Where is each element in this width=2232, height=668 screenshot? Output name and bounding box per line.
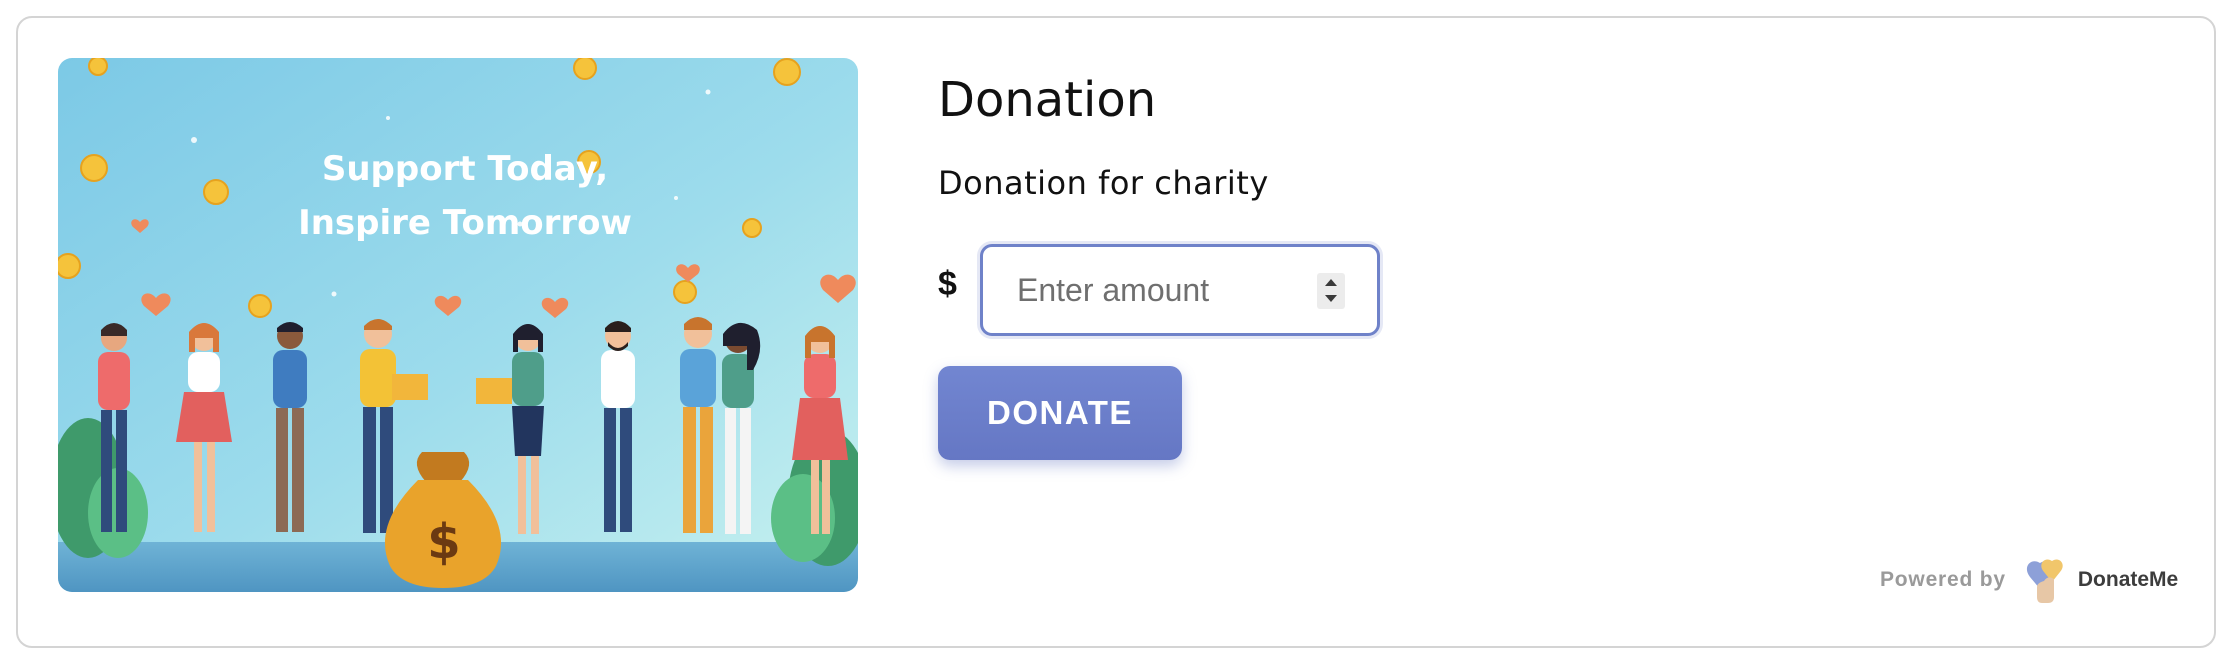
money-bag-symbol: $	[427, 514, 460, 570]
donation-description: Donation for charity	[938, 164, 1269, 202]
stepper-down-icon[interactable]	[1325, 295, 1337, 302]
currency-symbol: $	[938, 265, 957, 303]
donation-banner-image: Support Today, Inspire Tomorrow $	[58, 58, 858, 592]
amount-stepper[interactable]	[1317, 273, 1345, 309]
powered-by-footer: Powered by DonateMe	[1880, 554, 2178, 606]
stepper-up-icon[interactable]	[1325, 279, 1337, 286]
amount-field[interactable]	[980, 244, 1380, 336]
page-title: Donation	[938, 72, 1157, 128]
banner-headline-line1: Support Today,	[322, 149, 608, 189]
donateme-logo-icon	[2026, 559, 2063, 603]
donate-button[interactable]: DONATE	[938, 366, 1182, 460]
donation-card: Support Today, Inspire Tomorrow $ Donati…	[16, 16, 2216, 648]
powered-by-label: Powered by	[1880, 568, 2006, 591]
banner-headline-line2: Inspire Tomorrow	[298, 203, 632, 243]
brand-name: DonateMe	[2077, 568, 2179, 591]
